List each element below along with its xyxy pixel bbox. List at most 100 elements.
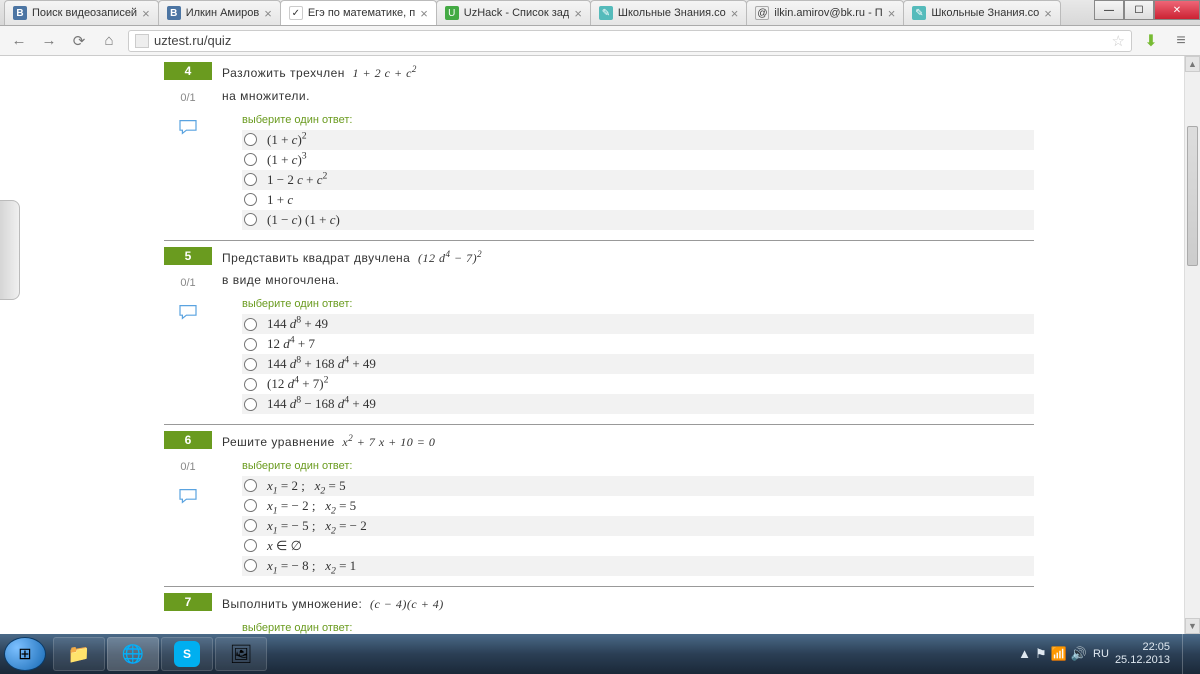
close-tab-icon[interactable]: × (142, 6, 150, 21)
close-tab-icon[interactable]: × (264, 6, 272, 21)
question-prompt: Выполнить умножение: (c − 4)(c + 4) (222, 593, 1034, 616)
taskbar-clock[interactable]: 22:05 25.12.2013 (1115, 641, 1170, 667)
question-block: 6 0/1 Решите уравнение x2 + 7 x + 10 = 0… (164, 424, 1034, 576)
answer-option[interactable]: 12 d4 + 7 (242, 334, 1034, 354)
vertical-scrollbar[interactable]: ▲ ▼ (1184, 56, 1200, 634)
toolbar: ← → ⟳ ⌂ uztest.ru/quiz ☆ ⬇ ≡ (0, 26, 1200, 56)
answer-radio[interactable] (244, 479, 257, 492)
answer-option[interactable]: x1 = 2 ; x2 = 5 (242, 476, 1034, 496)
tab-title: Школьные Знания.co (618, 7, 726, 19)
browser-tab[interactable]: B Поиск видеозаписей × (4, 0, 159, 25)
tab-strip: B Поиск видеозаписей ×B Илкин Амиров ×✓ … (0, 0, 1200, 26)
answer-text: x1 = − 5 ; x2 = − 2 (267, 518, 367, 534)
answer-option[interactable]: 144 d8 − 168 d4 + 49 (242, 394, 1034, 414)
window-close-button[interactable]: ✕ (1154, 0, 1200, 20)
close-tab-icon[interactable]: × (420, 6, 428, 21)
answer-radio[interactable] (244, 378, 257, 391)
favicon: B (13, 6, 27, 20)
answer-radio[interactable] (244, 153, 257, 166)
tab-title: Илкин Амиров (186, 7, 260, 19)
browser-tab[interactable]: U UzHack - Список зад × (436, 0, 591, 25)
scroll-thumb[interactable] (1187, 126, 1198, 266)
comment-icon[interactable] (177, 118, 199, 136)
browser-tab[interactable]: ✎ Школьные Знания.co × (903, 0, 1060, 25)
show-desktop-button[interactable] (1182, 634, 1192, 674)
answer-radio[interactable] (244, 398, 257, 411)
address-bar[interactable]: uztest.ru/quiz ☆ (128, 30, 1132, 52)
answer-text: 144 d8 − 168 d4 + 49 (267, 396, 376, 412)
answer-radio[interactable] (244, 539, 257, 552)
taskbar-app[interactable]: 🖼 (215, 637, 267, 671)
answer-hint: выберите один ответ: (242, 460, 1034, 472)
answer-option[interactable]: 144 d8 + 168 d4 + 49 (242, 354, 1034, 374)
tray-volume-icon[interactable]: 🔊 (1071, 646, 1087, 662)
download-icon[interactable]: ⬇ (1140, 30, 1162, 52)
answer-option[interactable]: 1 + c (242, 190, 1034, 210)
question-prompt: Решите уравнение x2 + 7 x + 10 = 0 (222, 431, 1034, 454)
answer-radio[interactable] (244, 559, 257, 572)
comment-icon[interactable] (177, 303, 199, 321)
answer-text: x1 = − 8 ; x2 = 1 (267, 558, 356, 574)
answer-radio[interactable] (244, 499, 257, 512)
home-button[interactable]: ⌂ (98, 30, 120, 52)
question-score: 0/1 (164, 92, 212, 104)
answer-option[interactable]: x ∈ ∅ (242, 536, 1034, 556)
back-button[interactable]: ← (8, 30, 30, 52)
answer-text: (1 − c) (1 + c) (267, 212, 340, 228)
tray-network-icon[interactable]: 📶 (1051, 646, 1067, 662)
answer-radio[interactable] (244, 173, 257, 186)
browser-tab[interactable]: B Илкин Амиров × (158, 0, 281, 25)
answer-radio[interactable] (244, 519, 257, 532)
close-tab-icon[interactable]: × (1044, 6, 1052, 21)
answer-radio[interactable] (244, 338, 257, 351)
scroll-up-icon[interactable]: ▲ (1185, 56, 1200, 72)
side-tab-handle[interactable] (0, 200, 20, 300)
tray-icons[interactable]: ▲ ⚑ 📶 🔊 (1018, 646, 1087, 662)
answer-option[interactable]: 144 d8 + 49 (242, 314, 1034, 334)
browser-tab[interactable]: ✓ Егэ по математике, п × (280, 0, 437, 25)
answer-option[interactable]: (1 − c) (1 + c) (242, 210, 1034, 230)
question-block: 7 Выполнить умножение: (c − 4)(c + 4) вы… (164, 586, 1034, 634)
answer-option[interactable]: (1 + c)3 (242, 150, 1034, 170)
answer-hint: выберите один ответ: (242, 622, 1034, 634)
comment-icon[interactable] (177, 487, 199, 505)
close-tab-icon[interactable]: × (731, 6, 739, 21)
answer-option[interactable]: (1 + c)2 (242, 130, 1034, 150)
tray-flag-icon[interactable]: ⚑ (1035, 646, 1047, 662)
browser-tab[interactable]: @ ilkin.amirov@bk.ru - П × (746, 0, 904, 25)
chrome-menu-icon[interactable]: ≡ (1170, 30, 1192, 52)
answer-radio[interactable] (244, 193, 257, 206)
close-tab-icon[interactable]: × (888, 6, 896, 21)
window-controls: — ☐ ✕ (1094, 0, 1200, 20)
favicon: ✎ (599, 6, 613, 20)
question-number-badge: 5 (164, 247, 212, 265)
answer-radio[interactable] (244, 358, 257, 371)
answer-radio[interactable] (244, 213, 257, 226)
answer-option[interactable]: 1 − 2 c + c2 (242, 170, 1034, 190)
answer-radio[interactable] (244, 318, 257, 331)
browser-tab[interactable]: ✎ Школьные Знания.co × (590, 0, 747, 25)
forward-button[interactable]: → (38, 30, 60, 52)
answer-option[interactable]: x1 = − 8 ; x2 = 1 (242, 556, 1034, 576)
favicon: @ (755, 6, 769, 20)
tab-title: UzHack - Список зад (464, 7, 570, 19)
window-maximize-button[interactable]: ☐ (1124, 0, 1154, 20)
reload-button[interactable]: ⟳ (68, 30, 90, 52)
answer-option[interactable]: x1 = − 5 ; x2 = − 2 (242, 516, 1034, 536)
tray-expand-icon[interactable]: ▲ (1018, 646, 1031, 662)
tab-title: Школьные Знания.co (931, 7, 1039, 19)
scroll-down-icon[interactable]: ▼ (1185, 618, 1200, 634)
answer-text: x1 = − 2 ; x2 = 5 (267, 498, 356, 514)
window-minimize-button[interactable]: — (1094, 0, 1124, 20)
language-indicator[interactable]: RU (1093, 648, 1109, 660)
tab-title: ilkin.amirov@bk.ru - П (774, 7, 882, 19)
close-tab-icon[interactable]: × (574, 6, 582, 21)
taskbar-app[interactable]: 📁 (53, 637, 105, 671)
answer-option[interactable]: (12 d4 + 7)2 (242, 374, 1034, 394)
answer-radio[interactable] (244, 133, 257, 146)
taskbar-app[interactable]: 🌐 (107, 637, 159, 671)
bookmark-star-icon[interactable]: ☆ (1112, 32, 1125, 50)
start-button[interactable]: ⊞ (4, 637, 46, 671)
taskbar-app[interactable]: S (161, 637, 213, 671)
answer-option[interactable]: x1 = − 2 ; x2 = 5 (242, 496, 1034, 516)
